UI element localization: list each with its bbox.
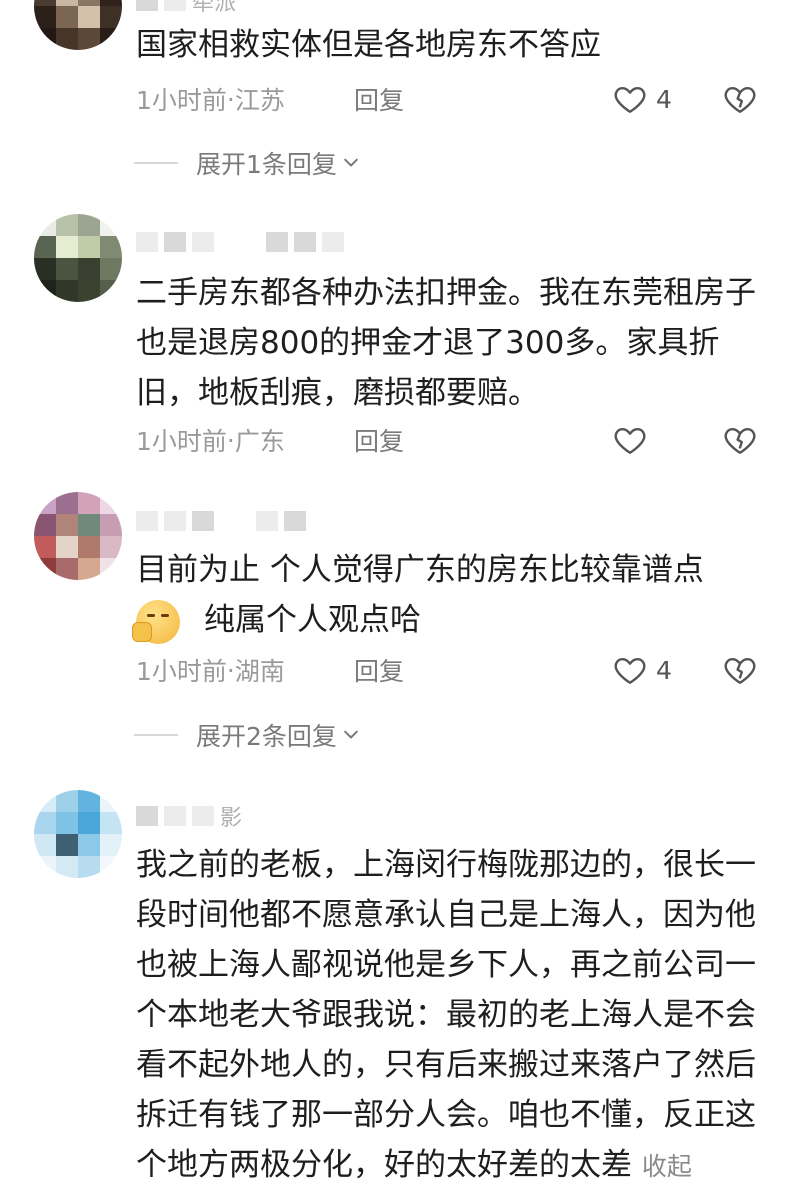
comment-text: 二手房东都各种办法扣押金。我在东莞租房子也是退房800的押金才退了300多。家具… bbox=[136, 275, 756, 411]
expand-replies-button[interactable]: 展开2条回复 bbox=[134, 715, 361, 755]
divider-line bbox=[134, 734, 178, 736]
collapse-button[interactable]: 收起 bbox=[642, 1152, 692, 1181]
comment-item: 牵派 国家相救实体但是各地房东不答应 1小时前 · 江苏 回复 4 展开1条回复 bbox=[0, 0, 800, 200]
comment-location: 广东 bbox=[234, 427, 285, 456]
comment-meta: 1小时前 · 湖南 回复 4 bbox=[136, 650, 776, 690]
chevron-down-icon bbox=[344, 158, 358, 167]
comment-text-line: 目前为止 个人觉得广东的房东比较靠谱点 bbox=[136, 552, 704, 588]
comment-text-tail: 纯属个人观点哈 bbox=[204, 602, 421, 638]
heart-icon bbox=[614, 87, 646, 113]
like-count: 4 bbox=[656, 84, 672, 114]
comment-text: 国家相救实体但是各地房东不答应 bbox=[136, 27, 601, 63]
meta-separator: · bbox=[226, 425, 235, 455]
chevron-down-icon bbox=[344, 730, 358, 739]
comment-location: 江苏 bbox=[234, 86, 285, 115]
avatar[interactable] bbox=[34, 214, 122, 302]
like-button[interactable]: 4 bbox=[612, 81, 672, 117]
like-count: 4 bbox=[656, 655, 672, 685]
heart-icon bbox=[614, 428, 646, 454]
like-button[interactable]: 4 bbox=[612, 652, 672, 688]
expand-replies-button[interactable]: 展开1条回复 bbox=[134, 143, 361, 183]
comment-body: 我之前的老板，上海闵行梅陇那边的，很长一段时间他都不愿意承认自己是上海人，因为他… bbox=[136, 847, 756, 1183]
reply-button[interactable]: 回复 bbox=[354, 422, 404, 458]
expand-label: 展开2条回复 bbox=[196, 722, 337, 751]
dislike-button[interactable] bbox=[722, 422, 758, 458]
username[interactable] bbox=[136, 508, 306, 534]
username[interactable] bbox=[136, 229, 344, 255]
expand-label: 展开1条回复 bbox=[196, 150, 337, 179]
comment-time: 1小时前 bbox=[136, 86, 227, 115]
comment-text: 我之前的老板，上海闵行梅陇那边的，很长一段时间他都不愿意承认自己是上海人，因为他… bbox=[136, 840, 756, 1192]
broken-heart-icon bbox=[724, 428, 756, 454]
heart-icon bbox=[614, 658, 646, 684]
comment-text: 目前为止 个人觉得广东的房东比较靠谱点 纯属个人观点哈 bbox=[132, 545, 756, 645]
comment-location: 湖南 bbox=[234, 657, 285, 686]
reply-button[interactable]: 回复 bbox=[354, 652, 404, 688]
like-button[interactable] bbox=[612, 422, 656, 458]
avatar[interactable] bbox=[34, 0, 122, 50]
meta-separator: · bbox=[226, 84, 235, 114]
dislike-button[interactable] bbox=[722, 81, 758, 117]
dislike-button[interactable] bbox=[722, 652, 758, 688]
comment-meta: 1小时前 · 江苏 回复 4 bbox=[136, 79, 776, 119]
reply-button[interactable]: 回复 bbox=[354, 81, 404, 117]
think-emoji-icon bbox=[132, 599, 180, 644]
comment-time: 1小时前 bbox=[136, 427, 227, 456]
broken-heart-icon bbox=[724, 658, 756, 684]
meta-separator: · bbox=[226, 655, 235, 685]
comment-time: 1小时前 bbox=[136, 657, 227, 686]
avatar[interactable] bbox=[34, 492, 122, 580]
divider-line bbox=[134, 162, 178, 164]
username[interactable]: 影 bbox=[136, 803, 242, 831]
username[interactable]: 牵派 bbox=[136, 0, 236, 16]
comment-text-line-2: 纯属个人观点哈 bbox=[132, 595, 756, 645]
broken-heart-icon bbox=[724, 87, 756, 113]
avatar[interactable] bbox=[34, 790, 122, 878]
comment-meta: 1小时前 · 广东 回复 bbox=[136, 420, 776, 460]
